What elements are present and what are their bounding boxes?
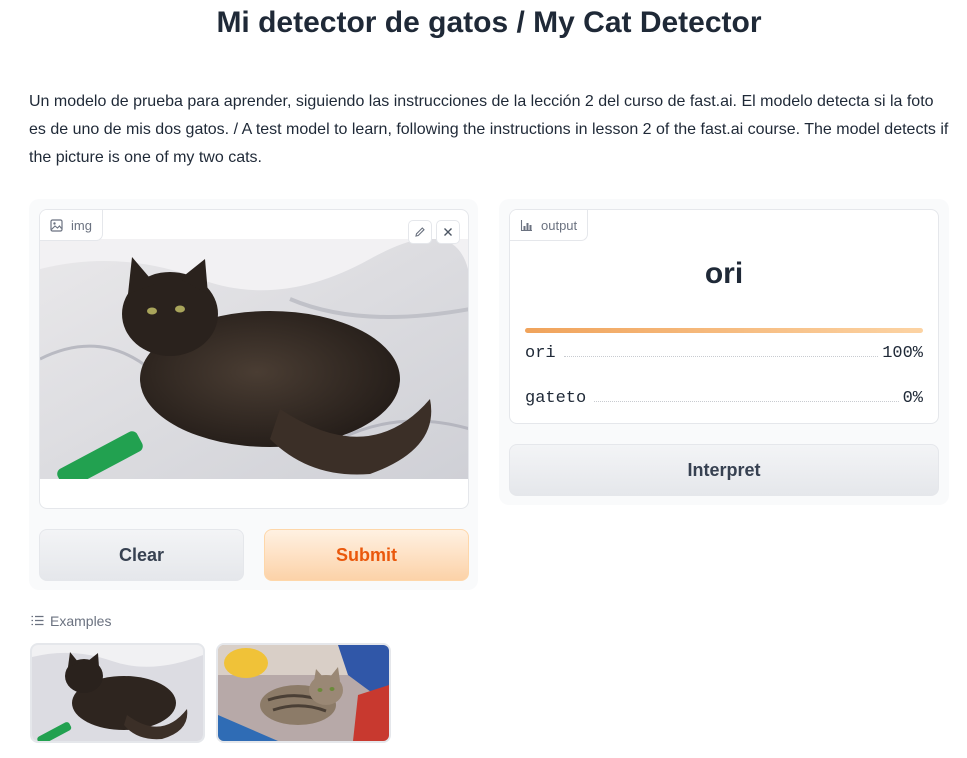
confidence-value: 100% [882,344,923,363]
image-input-label-tag: img [40,210,103,241]
output-label: output [541,217,578,233]
input-panel: img Clear Submit [29,199,478,590]
image-icon [50,218,63,232]
pencil-icon[interactable] [408,220,432,244]
image-input[interactable]: img [39,209,469,509]
examples-header: Examples [31,613,111,629]
close-icon[interactable] [436,220,460,244]
output-box: output ori ori 100% gateto 0% [509,209,939,424]
predicted-label: ori [704,257,744,290]
confidence-label: gateto [525,389,587,408]
output-panel: output ori ori 100% gateto 0% Interpret [499,199,949,505]
output-label-tag: output [510,210,589,241]
interpret-button[interactable]: Interpret [509,444,939,496]
image-input-label: img [71,217,92,233]
examples-label: Examples [50,613,112,629]
example-thumbnail-1[interactable] [30,643,205,743]
example-thumbnail-2[interactable] [216,643,391,743]
confidence-row-gateto: gateto 0% [525,384,923,408]
confidence-label: ori [525,344,556,363]
bar-chart-icon [520,219,533,232]
clear-button[interactable]: Clear [39,529,244,581]
submit-button[interactable]: Submit [264,529,469,581]
confidence-bar-ori [525,328,923,333]
page-description: Un modelo de prueba para aprender, sigui… [29,93,949,166]
confidence-value: 0% [902,389,923,408]
page-title: Mi detector de gatos / My Cat Detector [216,6,762,39]
uploaded-cat-photo [40,239,468,479]
confidence-row-ori: ori 100% [525,328,923,363]
list-icon [31,613,44,629]
